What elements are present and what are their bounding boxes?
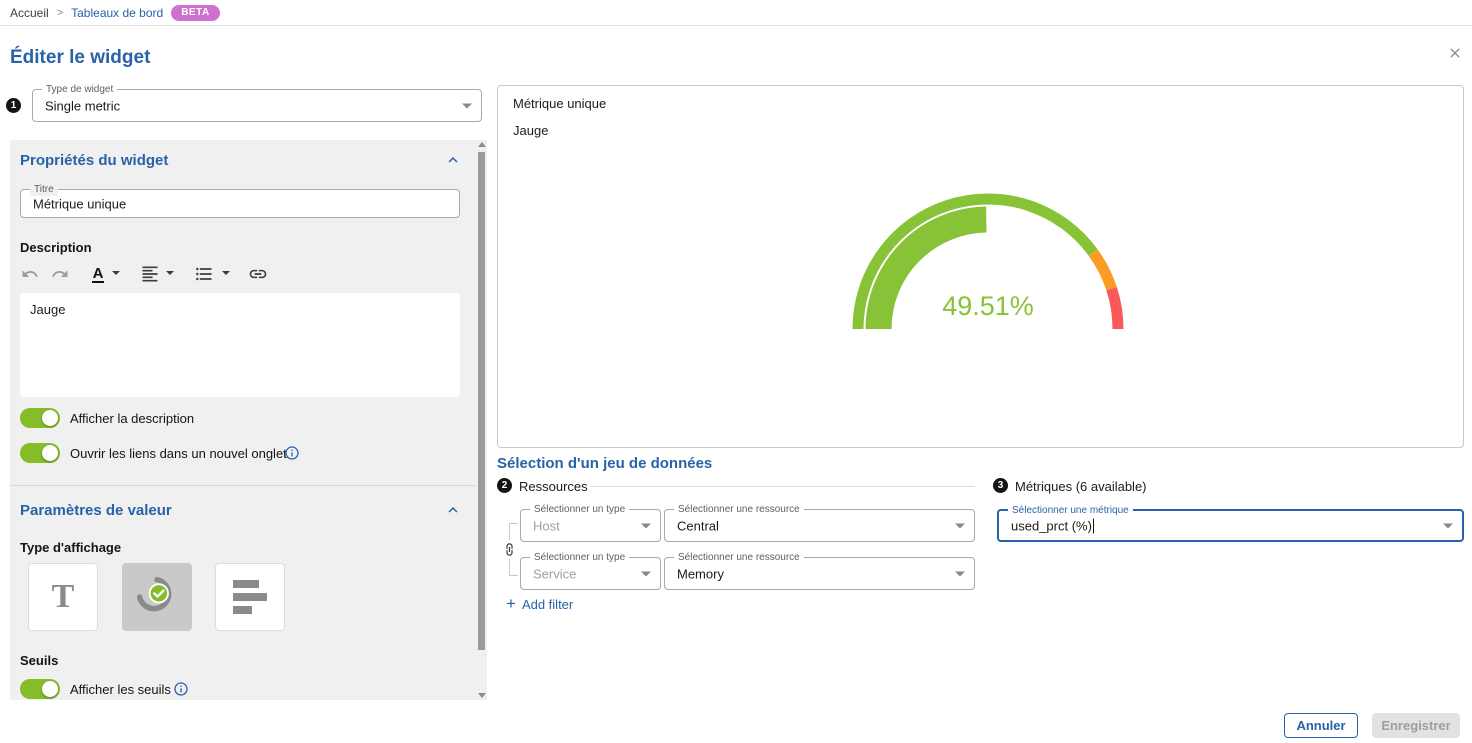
preview-title: Métrique unique [513,96,606,111]
beta-badge: BETA [171,5,219,21]
align-caret-icon[interactable] [166,271,174,275]
thresholds-label: Seuils [20,653,58,668]
widget-preview: Métrique unique Jauge 49.51% [497,85,1464,448]
cancel-button[interactable]: Annuler [1284,713,1358,738]
link-bracket-bottom [509,575,518,576]
save-button: Enregistrer [1372,713,1460,738]
resource-select-1-value: Central [677,518,719,533]
step-1-badge: 1 [6,98,21,113]
preview-description: Jauge [513,123,548,138]
widget-settings-panel: Propriétés du widget Titre Métrique uniq… [10,140,487,700]
close-icon[interactable] [1444,42,1466,64]
chevron-down-icon [955,523,965,528]
chain-link-icon [502,542,517,557]
resource-select-1-label: Sélectionner une ressource [674,503,804,516]
text-color-caret-icon[interactable] [112,271,120,275]
chevron-down-icon [641,523,651,528]
step-3-badge: 3 [993,478,1008,493]
resource-type-select-2-label: Sélectionner un type [530,551,629,564]
text-color-icon[interactable]: A [88,264,108,284]
info-icon[interactable] [173,681,189,697]
description-toolbar: A [10,264,310,286]
chevron-down-icon [1443,523,1453,528]
chevron-down-icon [462,103,472,108]
info-icon[interactable] [284,445,300,461]
show-description-toggle[interactable] [20,408,60,428]
text-type-icon: T [52,578,75,616]
show-thresholds-toggle-label: Afficher les seuils [70,682,171,697]
add-filter-label: Add filter [522,597,573,612]
show-thresholds-toggle[interactable] [20,679,60,699]
horizontal-bars-icon [233,580,267,614]
chevron-down-icon [641,571,651,576]
display-type-text-button[interactable]: T [28,563,98,631]
scroll-up-icon[interactable] [478,142,486,147]
resource-type-select-1-value: Host [533,518,560,533]
bullet-list-icon[interactable] [194,264,214,284]
description-label: Description [20,240,92,255]
add-filter-button[interactable]: + Add filter [506,596,573,612]
breadcrumb-separator: > [57,7,63,19]
undo-icon[interactable] [20,264,40,284]
resource-select-1[interactable]: Sélectionner une ressource Central [664,509,975,542]
widget-type-select-value: Single metric [45,98,120,113]
link-bracket-line [509,559,510,576]
display-type-bars-button[interactable] [215,563,285,631]
scrollbar-thumb[interactable] [478,152,485,650]
align-left-icon[interactable] [140,264,160,284]
metric-select-value: used_prct (%) [1011,518,1094,533]
plus-icon: + [506,596,516,612]
widget-type-select-label: Type de widget [42,83,117,96]
metric-select[interactable]: Sélectionner une métrique used_prct (%) [997,509,1464,542]
gauge-chart [838,183,1138,348]
title-field-value: Métrique unique [33,196,126,211]
resource-type-select-2-value: Service [533,566,576,581]
description-editor-text: Jauge [30,302,65,317]
widget-type-select[interactable]: Type de widget Single metric [32,89,482,122]
value-settings-heading: Paramètres de valeur [20,502,172,519]
display-type-label: Type d'affichage [20,540,121,555]
link-icon[interactable] [248,264,268,284]
collapse-properties-icon[interactable] [444,151,462,169]
page-title: Éditer le widget [10,47,150,69]
breadcrumb-home-link[interactable]: Accueil [10,6,49,20]
gauge-value-label: 49.51% [838,291,1138,322]
panel-scrollbar[interactable] [476,140,487,700]
metric-select-label: Sélectionner une métrique [1008,504,1133,517]
gauge-type-icon [135,575,179,619]
open-links-new-tab-toggle-label: Ouvrir les liens dans un nouvel onglet [70,446,287,461]
properties-section-heading: Propriétés du widget [20,152,168,169]
breadcrumb: Accueil > Tableaux de bord BETA [0,0,1472,26]
resource-select-2-label: Sélectionner une ressource [674,551,804,564]
title-field-label: Titre [30,183,58,196]
resource-type-select-1[interactable]: Sélectionner un type Host [520,509,661,542]
metrics-label: Métriques (6 available) [1015,479,1147,494]
chevron-down-icon [955,571,965,576]
title-field[interactable]: Titre Métrique unique [20,189,460,218]
resource-type-select-2[interactable]: Sélectionner un type Service [520,557,661,590]
resource-select-2[interactable]: Sélectionner une ressource Memory [664,557,975,590]
step-2-badge: 2 [497,478,512,493]
resources-divider [590,486,975,487]
link-bracket-line [509,523,510,540]
scroll-down-icon[interactable] [478,693,486,698]
resource-select-2-value: Memory [677,566,724,581]
display-type-group: T [10,563,310,631]
list-caret-icon[interactable] [222,271,230,275]
link-bracket-top [509,523,518,524]
section-divider [10,485,476,486]
breadcrumb-dashboards-link[interactable]: Tableaux de bord [71,6,163,20]
resource-type-select-1-label: Sélectionner un type [530,503,629,516]
resources-label: Ressources [519,479,588,494]
edit-widget-modal: Accueil > Tableaux de bord BETA Éditer l… [0,0,1472,743]
show-description-toggle-label: Afficher la description [70,411,194,426]
collapse-value-settings-icon[interactable] [444,501,462,519]
display-type-gauge-button[interactable] [122,563,192,631]
description-editor[interactable]: Jauge [20,293,460,397]
redo-icon[interactable] [50,264,70,284]
text-cursor [1093,518,1094,533]
dataset-selection-heading: Sélection d'un jeu de données [497,455,712,472]
open-links-new-tab-toggle[interactable] [20,443,60,463]
